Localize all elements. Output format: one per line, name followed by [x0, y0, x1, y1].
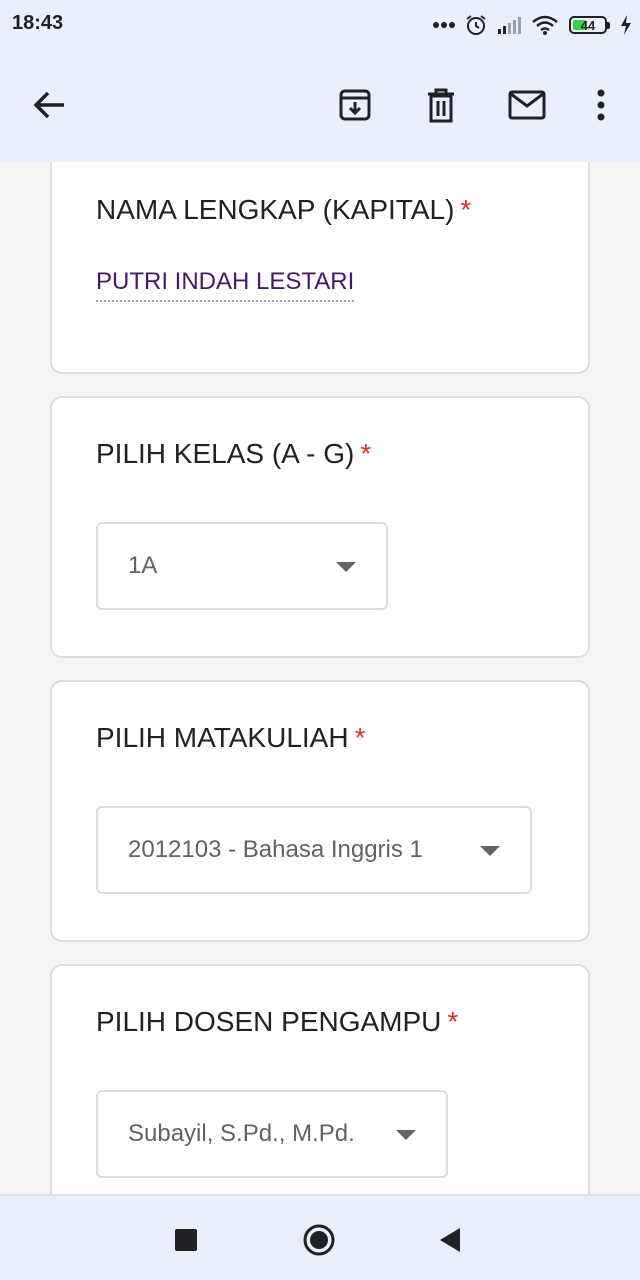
required-asterisk: * [354, 722, 366, 753]
question-title-matakuliah: PILIH MATAKULIAH * [96, 722, 366, 753]
archive-icon[interactable] [330, 80, 380, 130]
form-scroll-area[interactable]: NAMA LENGKAP (KAPITAL) * PUTRI INDAH LEST… [30, 162, 610, 1194]
required-asterisk: * [460, 194, 472, 225]
question-title-kelas: PILIH KELAS (A - G) * [96, 438, 372, 469]
more-vert-icon[interactable] [576, 80, 626, 130]
question-card-nama: NAMA LENGKAP (KAPITAL) * PUTRI INDAH LEST… [50, 162, 590, 374]
question-card-kelas: PILIH KELAS (A - G) * 1A [50, 396, 590, 658]
question-title-nama: NAMA LENGKAP (KAPITAL) * [96, 194, 472, 225]
app-bar [0, 50, 640, 162]
mail-icon[interactable] [502, 80, 552, 130]
answer-nama: PUTRI INDAH LESTARI [96, 268, 355, 302]
more-dots-icon [433, 21, 455, 29]
dropdown-arrow-icon [396, 1130, 416, 1140]
dropdown-arrow-icon [336, 562, 356, 572]
kelas-selected-value: 1A [128, 552, 158, 579]
dosen-dropdown[interactable]: Subayil, S.Pd., M.Pd. [96, 1090, 448, 1178]
wifi-icon [531, 15, 559, 35]
matakuliah-dropdown[interactable]: 2012103 - Bahasa Inggris 1 [96, 806, 532, 894]
kelas-dropdown[interactable]: 1A [96, 522, 388, 610]
question-title-dosen: PILIH DOSEN PENGAMPU * [96, 1006, 459, 1037]
status-bar: 18:43 44 [0, 0, 640, 50]
dropdown-arrow-icon [480, 846, 500, 856]
battery-icon: 44 [569, 16, 610, 34]
matakuliah-selected-value: 2012103 - Bahasa Inggris 1 [128, 836, 423, 863]
status-time: 18:43 [12, 12, 64, 34]
delete-icon[interactable] [416, 80, 466, 130]
home-circle-icon[interactable] [301, 1222, 337, 1258]
system-nav-bar [0, 1194, 640, 1280]
required-asterisk: * [447, 1006, 459, 1037]
back-triangle-icon[interactable] [432, 1222, 468, 1258]
required-asterisk: * [360, 438, 372, 469]
question-card-matakuliah: PILIH MATAKULIAH * 2012103 - Bahasa Inggr… [50, 680, 590, 942]
back-arrow-icon[interactable] [24, 80, 74, 130]
recents-square-icon[interactable] [168, 1222, 204, 1258]
signal-icon [497, 16, 521, 34]
battery-percent: 44 [580, 17, 596, 33]
status-icons: 44 [433, 12, 632, 38]
charging-icon [620, 15, 632, 35]
dosen-selected-value: Subayil, S.Pd., M.Pd. [128, 1120, 355, 1147]
alarm-icon [465, 14, 487, 36]
question-card-dosen: PILIH DOSEN PENGAMPU * Subayil, S.Pd., M.… [50, 964, 590, 1194]
